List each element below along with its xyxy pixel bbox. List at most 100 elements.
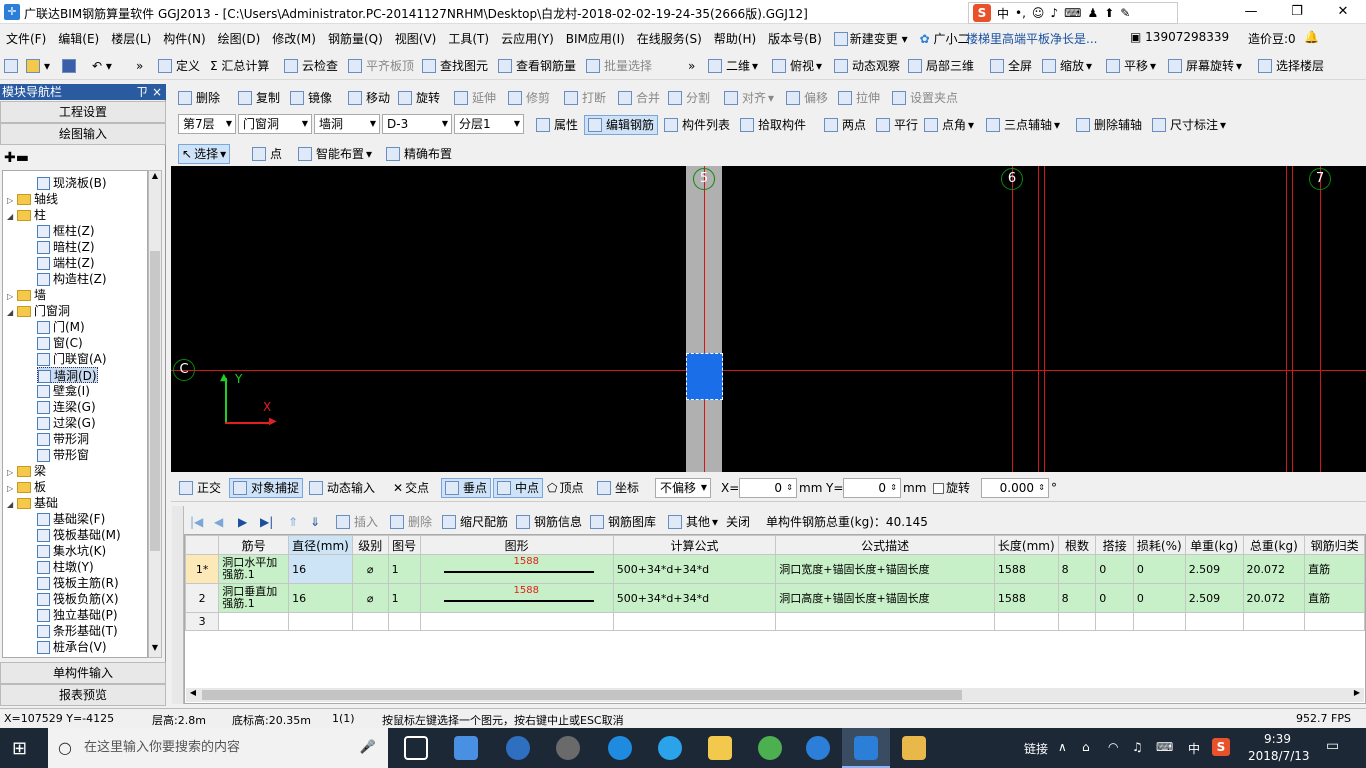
zoom-dropdown[interactable]: 缩放 ▾	[1042, 56, 1092, 76]
first-record-icon[interactable]: |◀	[190, 512, 203, 532]
menu-draw[interactable]: 绘图(D)	[212, 30, 267, 47]
task-view-icon[interactable]	[404, 736, 428, 760]
grade-cell[interactable]: ⌀	[351, 554, 389, 584]
ie-browser-icon[interactable]	[506, 736, 530, 760]
collapse-icon[interactable]: ◢	[7, 305, 17, 321]
unit-weight-cell[interactable]	[1184, 612, 1244, 631]
loss-cell[interactable]	[1132, 612, 1186, 631]
menu-help[interactable]: 帮助(H)	[708, 30, 762, 47]
scroll-up-icon[interactable]: ▲	[149, 171, 161, 185]
category-cell[interactable]: 直筋	[1304, 583, 1365, 613]
prev-record-icon[interactable]: ◀	[214, 512, 223, 532]
tree-folder[interactable]: ◢ 柱	[7, 207, 46, 223]
dimension-dropdown[interactable]: 尺寸标注 ▾	[1152, 115, 1226, 135]
skin-icon[interactable]: ⬆	[1104, 6, 1114, 20]
tree-item[interactable]: 带形洞	[37, 431, 89, 447]
sogou-browser-icon[interactable]	[806, 736, 830, 760]
emoji-icon[interactable]: ☺	[1032, 6, 1045, 20]
description-cell[interactable]: 洞口宽度+锚固长度+锚固长度	[775, 554, 995, 584]
browser-icon[interactable]	[556, 736, 580, 760]
loss-cell[interactable]: 0	[1132, 554, 1186, 584]
rebar-name-cell[interactable]: 洞口垂直加强筋.1	[218, 583, 290, 613]
col-header-grade[interactable]: 级别	[351, 535, 389, 555]
scroll-right-icon[interactable]: ▶	[1350, 688, 1364, 702]
tree-folder[interactable]: ▷ 梁	[7, 463, 46, 479]
tree-item[interactable]: 框柱(Z)	[37, 223, 95, 239]
tree-item[interactable]: 连梁(G)	[37, 399, 96, 415]
tray-expand-icon[interactable]: ∧	[1058, 740, 1067, 754]
split-button[interactable]: 分割	[668, 88, 710, 108]
col-header-name[interactable]: 筋号	[218, 535, 290, 555]
more-icon[interactable]: »	[136, 56, 143, 76]
row-index[interactable]: 3	[185, 612, 220, 631]
nav-close-icon[interactable]: ×	[152, 84, 162, 100]
table-hscrollbar[interactable]: ◀ ▶	[186, 688, 1364, 702]
extend-button[interactable]: 延伸	[454, 88, 496, 108]
tree-folder[interactable]: ◢ 门窗洞	[7, 303, 70, 319]
grade-cell[interactable]	[351, 612, 389, 631]
tree-item[interactable]: 柱墩(Y)	[37, 559, 94, 575]
menu-cloud[interactable]: 云应用(Y)	[495, 30, 560, 47]
expand-all-icon[interactable]: ✚▬	[4, 150, 29, 166]
ime-toolbar[interactable]: S 中 •, ☺ ♪ ⌨ ♟ ⬆ ✎	[968, 2, 1178, 24]
dynamic-view-button[interactable]: 动态观察	[834, 56, 900, 76]
component-select[interactable]: D-3 ▼	[382, 114, 452, 134]
vertex-snap[interactable]: ⬠ 顶点	[547, 478, 583, 498]
three-point-axis-dropdown[interactable]: 三点辅轴 ▾	[986, 115, 1060, 135]
col-header-length[interactable]: 长度(mm)	[993, 535, 1059, 555]
length-cell[interactable]	[993, 612, 1059, 631]
object-snap-toggle[interactable]: 对象捕捉	[229, 478, 304, 498]
menu-view[interactable]: 视图(V)	[389, 30, 443, 47]
tree-item[interactable]: 端柱(Z)	[37, 255, 95, 271]
keyboard-icon[interactable]: ⌨	[1064, 6, 1081, 20]
tree-item[interactable]: 集水坑(K)	[37, 543, 106, 559]
ime-punct[interactable]: •,	[1015, 6, 1026, 20]
tree-item[interactable]: 窗(C)	[37, 335, 83, 351]
tree-item[interactable]: 过梁(G)	[37, 415, 96, 431]
x-input[interactable]: 0 ⇕	[739, 478, 797, 498]
trim-button[interactable]: 修剪	[508, 88, 550, 108]
file-explorer-icon[interactable]	[708, 736, 732, 760]
insert-button[interactable]: 插入	[336, 512, 378, 532]
align-top-button[interactable]: 平齐板顶	[348, 56, 414, 76]
ime-lang[interactable]: 中	[997, 5, 1009, 22]
tree-item[interactable]: 桩承台(V)	[37, 639, 107, 655]
notification-icon[interactable]: ▭	[1326, 738, 1339, 754]
row-index[interactable]: 1*	[185, 554, 220, 584]
menu-floor[interactable]: 楼层(L)	[105, 30, 157, 47]
diameter-cell[interactable]: 16	[288, 554, 353, 584]
sogou-tray-icon[interactable]: S	[1212, 738, 1230, 756]
figure-cell[interactable]: 1	[387, 554, 421, 584]
table-row[interactable]: 2 洞口垂直加强筋.1 16 ⌀ 1 1588 500+34*d+34*d 洞口…	[185, 583, 1365, 613]
count-cell[interactable]: 8	[1057, 554, 1097, 584]
loss-cell[interactable]: 0	[1132, 583, 1186, 613]
formula-cell[interactable]: 500+34*d+34*d	[612, 583, 777, 613]
report-preview-tab[interactable]: 报表预览	[0, 684, 166, 706]
scroll-thumb[interactable]	[150, 251, 160, 551]
user-icon[interactable]: ♟	[1087, 6, 1098, 20]
microphone-icon[interactable]: 🎤	[360, 728, 376, 768]
fan-app-icon[interactable]	[454, 736, 478, 760]
lap-cell[interactable]: 0	[1095, 554, 1134, 584]
pin-icon[interactable]: ㄗ	[136, 84, 148, 100]
tree-item[interactable]: 筏板主筋(R)	[37, 575, 119, 591]
2d-dropdown[interactable]: 二维 ▾	[708, 56, 758, 76]
grade-cell[interactable]: ⌀	[351, 583, 389, 613]
collapse-icon[interactable]: ◢	[7, 209, 17, 225]
hscroll-thumb[interactable]	[202, 690, 962, 700]
shape-cell[interactable]: 1588	[419, 554, 614, 584]
edge-icon[interactable]	[608, 736, 632, 760]
tree-folder[interactable]: ▷ 墙	[7, 287, 46, 303]
col-header-figure[interactable]: 图号	[387, 535, 421, 555]
copy-button[interactable]: 复制	[238, 88, 280, 108]
move-button[interactable]: 移动	[348, 88, 390, 108]
merge-button[interactable]: 合并	[618, 88, 660, 108]
col-header-index[interactable]	[185, 535, 220, 555]
tree-item[interactable]: 独立基础(P)	[37, 607, 118, 623]
col-header-diameter[interactable]: 直径(mm)	[288, 535, 353, 555]
col-header-shape[interactable]: 图形	[419, 535, 614, 555]
clock-time[interactable]: 9:39	[1264, 732, 1291, 746]
menu-version[interactable]: 版本号(B)	[762, 30, 828, 47]
category-select[interactable]: 门窗洞 ▼	[238, 114, 312, 134]
network-icon[interactable]: ⌂	[1082, 740, 1090, 754]
